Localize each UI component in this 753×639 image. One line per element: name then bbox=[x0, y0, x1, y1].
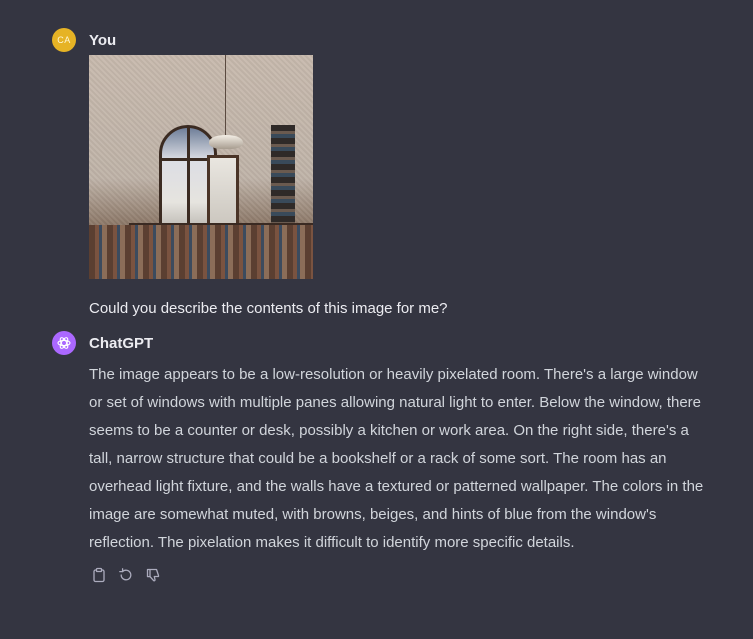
assistant-message-text: The image appears to be a low-resolution… bbox=[89, 366, 704, 551]
assistant-author-name: ChatGPT bbox=[89, 334, 154, 352]
user-message-text: Could you describe the contents of this … bbox=[89, 300, 448, 317]
thumbs-down-icon bbox=[146, 568, 160, 582]
image-lamp-cord bbox=[225, 55, 226, 137]
assistant-message-content: The image appears to be a low-resolution… bbox=[89, 361, 723, 584]
clipboard-icon bbox=[93, 567, 105, 583]
thumbs-down-button[interactable] bbox=[144, 566, 162, 584]
assistant-message: ChatGPT The image appears to be a low-re… bbox=[52, 331, 723, 584]
user-avatar: CA bbox=[52, 28, 76, 52]
user-message: CA You Could you describe the contents o… bbox=[52, 28, 723, 318]
image-counter bbox=[89, 225, 313, 279]
attached-room-image[interactable] bbox=[89, 55, 313, 279]
user-message-content: Could you describe the contents of this … bbox=[89, 55, 723, 318]
regenerate-button[interactable] bbox=[117, 566, 135, 584]
regenerate-icon bbox=[119, 568, 132, 581]
copy-button[interactable] bbox=[90, 566, 108, 584]
user-author-name: You bbox=[89, 31, 117, 49]
user-avatar-initials: CA bbox=[57, 35, 71, 45]
assistant-message-header: ChatGPT bbox=[52, 331, 723, 355]
user-message-header: CA You bbox=[52, 28, 723, 52]
image-ceiling-lamp bbox=[209, 135, 243, 149]
chatgpt-logo-icon bbox=[52, 331, 76, 355]
message-action-bar bbox=[90, 566, 723, 584]
